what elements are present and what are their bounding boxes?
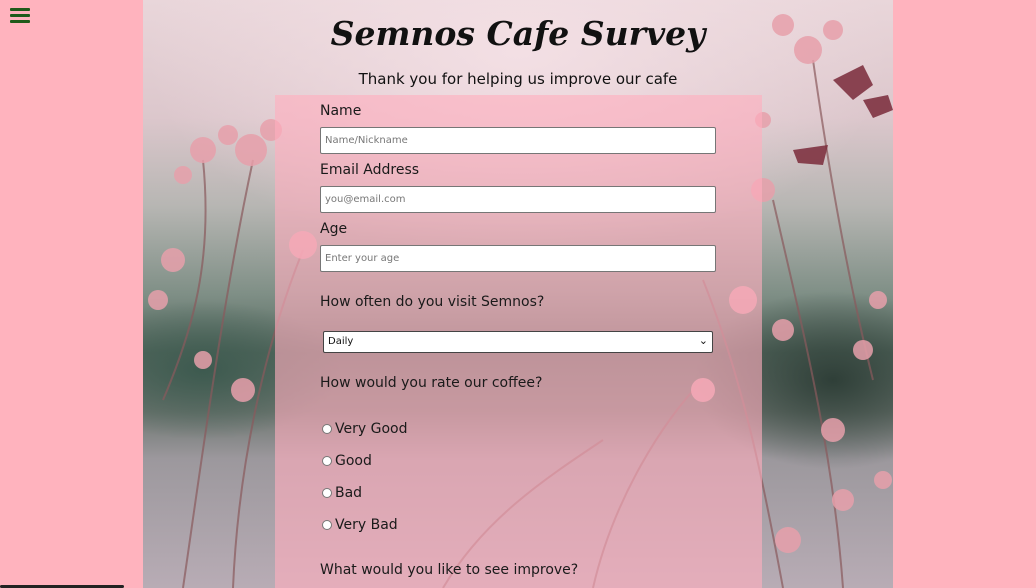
rating-option-label: Very Bad [335, 517, 398, 533]
rating-option-label: Good [335, 453, 372, 469]
rating-option-very-good[interactable]: Very Good [322, 421, 407, 437]
rating-option-good[interactable]: Good [322, 453, 372, 469]
age-label: Age [320, 221, 348, 237]
radio-button[interactable] [322, 520, 332, 530]
email-input[interactable] [320, 186, 716, 213]
rating-option-bad[interactable]: Bad [322, 485, 362, 501]
coffee-rating-label: How would you rate our coffee? [320, 375, 543, 391]
chevron-down-icon: ⌄ [698, 334, 708, 347]
improve-question-label: What would you like to see improve? [320, 562, 579, 578]
rating-option-label: Very Good [335, 421, 408, 437]
visit-frequency-label: How often do you visit Semnos? [320, 294, 545, 310]
radio-button[interactable] [322, 456, 332, 466]
rating-option-label: Bad [335, 485, 363, 501]
email-label: Email Address [320, 162, 420, 178]
age-input[interactable] [320, 245, 716, 272]
page-title: Semnos Cafe Survey [330, 14, 706, 53]
rating-option-very-bad[interactable]: Very Bad [322, 517, 398, 533]
name-input[interactable] [320, 127, 716, 154]
name-label: Name [320, 103, 362, 119]
radio-button[interactable] [322, 488, 332, 498]
radio-button[interactable] [322, 424, 332, 434]
page-subtitle: Thank you for helping us improve our caf… [358, 70, 678, 88]
visit-frequency-value: Daily [328, 336, 354, 347]
visit-frequency-select[interactable]: Daily ⌄ [323, 331, 713, 353]
hamburger-menu-icon[interactable] [10, 8, 30, 24]
